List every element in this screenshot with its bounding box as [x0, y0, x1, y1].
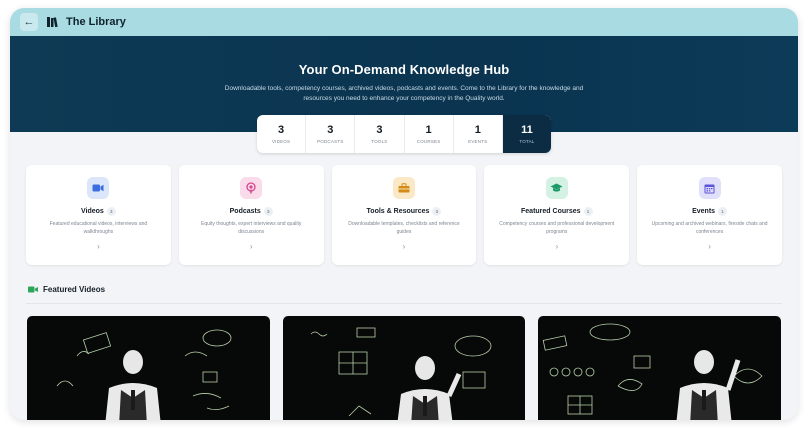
- video-thumbnail-1[interactable]: [27, 316, 270, 420]
- card-count-badge: 1: [718, 207, 728, 216]
- card-description: Equity thoughts, expert interviews and q…: [201, 221, 302, 235]
- stat-tools[interactable]: 3 TOOLS: [355, 115, 405, 153]
- card-title: Tools & Resources: [366, 208, 430, 215]
- top-bar: ← The Library: [10, 8, 798, 36]
- stat-videos[interactable]: 3 VIDEOS: [257, 115, 307, 153]
- stats-bar: 3 VIDEOS 3 PODCASTS 3 TOOLS 1 COURSES 1 EVENT…: [257, 115, 551, 153]
- stat-label: TOOLS: [371, 139, 388, 144]
- stat-label: TOTAL: [519, 139, 535, 144]
- graduation-cap-icon: [545, 177, 568, 199]
- back-arrow-icon[interactable]: ←: [20, 13, 38, 31]
- card-description: Competency courses and professional deve…: [499, 221, 615, 235]
- chevron-right-icon[interactable]: ›: [403, 242, 406, 251]
- card-count-badge: 1: [583, 207, 593, 216]
- card-count-badge: 3: [432, 207, 442, 216]
- section-title: Featured Videos: [43, 285, 106, 294]
- stat-value: 3: [278, 124, 285, 136]
- card-title: Videos: [80, 208, 104, 215]
- library-window: ← The Library Your On-Demand Knowledge H…: [10, 8, 798, 420]
- stat-label: VIDEOS: [271, 139, 291, 144]
- toolbox-icon: [392, 177, 415, 199]
- card-description: Upcoming and archived webinars, fireside…: [651, 221, 768, 235]
- card-count-badge: 3: [263, 207, 273, 216]
- stat-total[interactable]: 11 TOTAL: [502, 115, 551, 153]
- podcast-icon: [240, 177, 263, 199]
- stat-podcasts[interactable]: 3 PODCASTS: [306, 115, 356, 153]
- category-cards: Videos 3 Featured educational videos, int…: [26, 165, 782, 265]
- video-camera-icon: [87, 177, 110, 199]
- stat-label: PODCASTS: [317, 139, 344, 144]
- card-events[interactable]: Events 1 Upcoming and archived webinars, …: [637, 165, 782, 265]
- chevron-right-icon[interactable]: ›: [250, 242, 253, 251]
- stat-value: 1: [425, 124, 432, 136]
- video-thumbnail-3[interactable]: [538, 316, 782, 420]
- card-description: Downloadable templates, checklists and r…: [348, 221, 460, 235]
- chevron-right-icon[interactable]: ›: [708, 242, 711, 251]
- card-count-badge: 3: [106, 207, 116, 216]
- featured-videos-header: Featured Videos: [28, 285, 105, 294]
- stat-courses[interactable]: 1 COURSES: [405, 115, 454, 153]
- card-title: Events: [692, 208, 716, 215]
- stat-value: 3: [376, 124, 383, 136]
- chevron-right-icon[interactable]: ›: [97, 242, 100, 251]
- stat-value: 11: [521, 124, 533, 136]
- hero-heading: Your On-Demand Knowledge Hub: [298, 62, 510, 77]
- card-podcasts[interactable]: Podcasts 3 Equity thoughts, expert interv…: [178, 165, 324, 265]
- featured-videos-list: [27, 316, 782, 420]
- section-divider: [26, 303, 782, 304]
- video-section-icon: [28, 286, 38, 293]
- stat-value: 3: [327, 124, 334, 136]
- card-featured-courses[interactable]: Featured Courses 1 Competency courses and…: [484, 165, 630, 265]
- calendar-icon: [698, 177, 721, 199]
- stat-value: 1: [474, 124, 481, 136]
- video-thumbnail-2[interactable]: [282, 316, 526, 420]
- stat-events[interactable]: 1 EVENTS: [454, 115, 503, 153]
- library-books-icon: [46, 16, 58, 28]
- stat-label: COURSES: [416, 139, 441, 144]
- chevron-right-icon[interactable]: ›: [555, 242, 558, 251]
- card-videos[interactable]: Videos 3 Featured educational videos, int…: [26, 165, 171, 265]
- card-title: Podcasts: [229, 208, 261, 215]
- card-tools-resources[interactable]: Tools & Resources 3 Downloadable template…: [331, 165, 477, 265]
- card-title: Featured Courses: [521, 208, 581, 215]
- stat-label: EVENTS: [468, 139, 488, 144]
- card-description: Featured educational videos, interviews …: [49, 221, 148, 235]
- hero-subtext: Downloadable tools, competency courses, …: [224, 85, 584, 102]
- app-title: The Library: [66, 16, 126, 28]
